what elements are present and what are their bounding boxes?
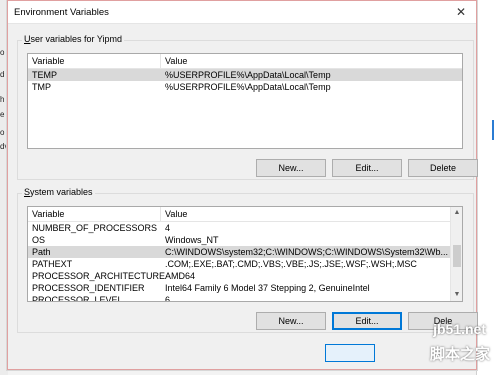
system-variables-label: System variables: [22, 187, 95, 197]
scroll-thumb[interactable]: [453, 245, 461, 267]
table-row[interactable]: TMP %USERPROFILE%\AppData\Local\Temp: [28, 81, 462, 93]
bg-letter: o: [0, 48, 5, 57]
cell-value: %USERPROFILE%\AppData\Local\Temp: [165, 82, 331, 92]
cell-variable: PROCESSOR_ARCHITECTURE: [32, 271, 166, 281]
cell-variable: TEMP: [32, 70, 58, 80]
cell-value: Intel64 Family 6 Model 37 Stepping 2, Ge…: [165, 283, 370, 293]
list-header: Variable Value: [28, 207, 462, 222]
cell-variable: PROCESSOR_IDENTIFIER: [32, 283, 145, 293]
column-header-variable[interactable]: Variable: [28, 207, 161, 222]
table-row[interactable]: NUMBER_OF_PROCESSORS 4: [28, 222, 462, 234]
user-variables-group: User variables for Yipmd Variable Value …: [17, 34, 478, 180]
table-row[interactable]: Path C:\WINDOWS\system32;C:\WINDOWS;C:\W…: [28, 246, 462, 258]
system-variables-group: System variables Variable Value NUMBER_O…: [17, 187, 478, 333]
watermark-url: jb51.net: [433, 321, 486, 337]
cell-value: 4: [165, 223, 171, 233]
user-delete-button[interactable]: Delete: [408, 159, 478, 177]
list-header: Variable Value: [28, 54, 462, 69]
bg-letter: d: [0, 70, 5, 79]
bg-letter: e: [0, 110, 5, 119]
watermark: jb51.net 脚本之家: [346, 313, 496, 375]
table-row[interactable]: PROCESSOR_ARCHITECTURE AMD64: [28, 270, 462, 282]
cell-variable: TMP: [32, 82, 51, 92]
user-new-button[interactable]: New...: [256, 159, 326, 177]
dialog-title: Environment Variables: [14, 6, 109, 18]
user-variables-label: User variables for Yipmd: [22, 34, 125, 44]
column-header-variable[interactable]: Variable: [28, 54, 161, 69]
close-icon[interactable]: ✕: [446, 1, 476, 23]
table-row[interactable]: PROCESSOR_IDENTIFIER Intel64 Family 6 Mo…: [28, 282, 462, 294]
table-row[interactable]: PATHEXT .COM;.EXE;.BAT;.CMD;.VBS;.VBE;.J…: [28, 258, 462, 270]
bg-letter: h: [0, 95, 5, 104]
table-row[interactable]: TEMP %USERPROFILE%\AppData\Local\Temp: [28, 69, 462, 81]
column-header-value[interactable]: Value: [161, 209, 187, 219]
watermark-text: 脚本之家: [429, 346, 490, 363]
table-row[interactable]: PROCESSOR_LEVEL 6: [28, 294, 462, 302]
user-variables-list[interactable]: Variable Value TEMP %USERPROFILE%\AppDat…: [27, 53, 463, 149]
scroll-down-icon[interactable]: ▼: [451, 289, 462, 301]
title-bar: Environment Variables ✕: [8, 1, 476, 23]
cell-variable: PROCESSOR_LEVEL: [32, 295, 123, 302]
scroll-up-icon[interactable]: ▲: [451, 207, 462, 219]
system-list-scrollbar[interactable]: ▲ ▼: [450, 207, 462, 301]
cell-value: 6: [165, 295, 171, 302]
cell-variable: PATHEXT: [32, 259, 73, 269]
cell-value: Windows_NT: [165, 235, 219, 245]
cell-variable: Path: [32, 247, 51, 257]
cell-value: AMD64: [165, 271, 196, 281]
column-header-value[interactable]: Value: [161, 56, 187, 66]
cell-variable: NUMBER_OF_PROCESSORS: [32, 223, 158, 233]
bg-letter: o: [0, 128, 5, 137]
cell-value: %USERPROFILE%\AppData\Local\Temp: [165, 70, 331, 80]
cell-value: C:\WINDOWS\system32;C:\WINDOWS;C:\WINDOW…: [165, 247, 449, 257]
user-edit-button[interactable]: Edit...: [332, 159, 402, 177]
cell-variable: OS: [32, 235, 46, 245]
system-variables-list[interactable]: Variable Value NUMBER_OF_PROCESSORS 4 OS…: [27, 206, 463, 302]
cell-value: .COM;.EXE;.BAT;.CMD;.VBS;.VBE;.JS;.JSE;.…: [165, 259, 417, 269]
table-row[interactable]: OS Windows_NT: [28, 234, 462, 246]
bg-accent-bar: [492, 120, 494, 140]
system-new-button[interactable]: New...: [256, 312, 326, 330]
